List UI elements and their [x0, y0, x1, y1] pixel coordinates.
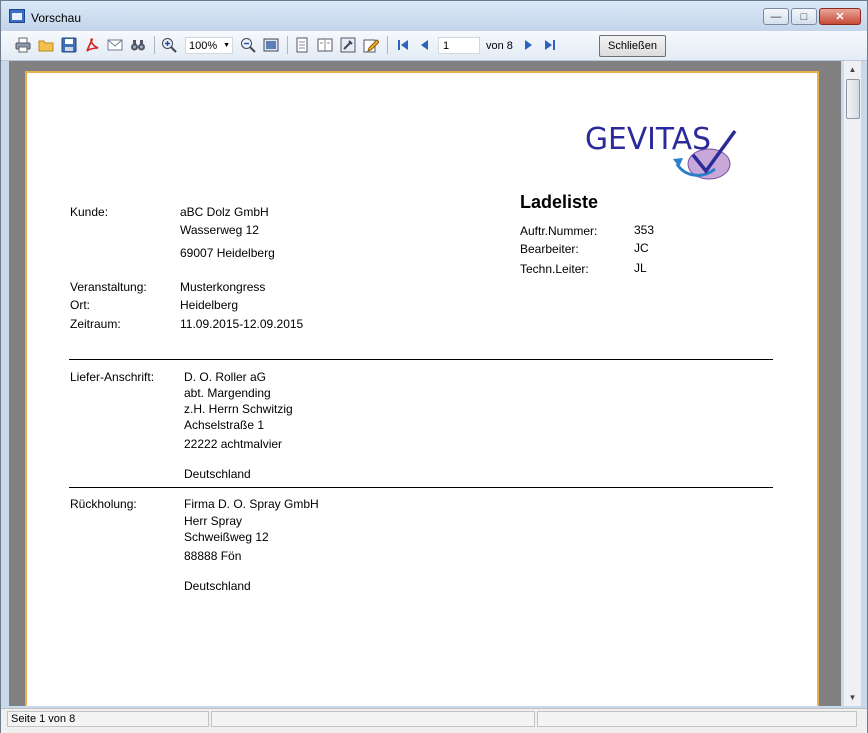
preview-window: Vorschau — □ ✕ 100% ▼ 1 von 8 Schließen … — [0, 0, 868, 733]
divider — [69, 359, 773, 360]
location-value: Heidelberg — [180, 298, 239, 312]
pickup-label: Rückholung: — [70, 497, 137, 511]
folder-icon — [38, 40, 54, 52]
location-label: Ort: — [70, 298, 90, 312]
delivery-country: Deutschland — [184, 467, 251, 481]
pickup-line: 88888 Fön — [184, 549, 242, 563]
wrench-icon — [340, 37, 356, 53]
two-pages-icon — [317, 38, 333, 52]
customer-city: 69007 Heidelberg — [180, 246, 275, 260]
single-page-button[interactable] — [294, 37, 310, 53]
delivery-line: Achselstraße 1 — [184, 418, 265, 432]
status-panel — [211, 711, 535, 727]
scrollbar-thumb[interactable] — [846, 79, 860, 119]
status-bar: Seite 1 von 8 — [1, 708, 867, 733]
pickup-line: Schweißweg 12 — [184, 530, 269, 544]
export-pdf-button[interactable] — [84, 37, 100, 53]
delivery-line: 22222 achtmalvier — [184, 437, 283, 451]
tech-lead-value: JL — [634, 261, 647, 275]
delivery-line: z.H. Herrn Schwitzig — [184, 402, 293, 416]
previous-page-button[interactable] — [417, 37, 433, 53]
maximize-button[interactable]: □ — [791, 8, 817, 25]
zoom-out-button[interactable] — [240, 37, 256, 53]
pdf-icon — [86, 38, 99, 52]
first-page-icon — [398, 40, 408, 50]
page-number-input[interactable]: 1 — [438, 37, 480, 54]
scroll-up-icon[interactable]: ▲ — [844, 61, 861, 78]
close-icon: ✕ — [835, 11, 845, 23]
save-button[interactable] — [61, 37, 77, 53]
period-label: Zeitraum: — [70, 317, 121, 331]
pickup-line: Firma D. O. Spray GmbH — [184, 497, 319, 511]
event-value: Musterkongress — [180, 280, 266, 294]
full-page-button[interactable] — [263, 37, 279, 53]
first-page-button[interactable] — [395, 37, 411, 53]
svg-text:GEVITAS: GEVITAS — [585, 122, 711, 157]
zoom-in-button[interactable] — [161, 37, 177, 53]
title-bar: Vorschau — □ ✕ — [1, 1, 867, 31]
floppy-disk-icon — [61, 37, 77, 53]
open-button[interactable] — [38, 37, 54, 53]
settings-button[interactable] — [340, 37, 356, 53]
fit-page-icon — [263, 38, 279, 52]
single-page-icon — [296, 37, 308, 53]
scroll-down-icon[interactable]: ▼ — [844, 689, 861, 706]
zoom-select[interactable]: 100% ▼ — [185, 37, 233, 54]
window-title: Vorschau — [31, 11, 82, 25]
zoom-out-icon — [241, 38, 256, 53]
vertical-scrollbar[interactable]: ▲ ▼ — [843, 61, 861, 706]
maximize-icon: □ — [800, 10, 808, 23]
status-panel — [537, 711, 857, 727]
delivery-address-label: Liefer-Anschrift: — [70, 370, 155, 384]
pickup-line: Herr Spray — [184, 514, 243, 528]
document-title: Ladeliste — [520, 192, 599, 212]
app-icon — [9, 9, 25, 23]
document-page: GEVITAS Ladeliste Auftr.Nummer: 353 Bear… — [25, 71, 819, 706]
status-page: Seite 1 von 8 — [7, 711, 209, 727]
toolbar: 100% ▼ 1 von 8 Schließen — [1, 31, 867, 61]
last-page-icon — [545, 40, 555, 50]
close-button[interactable]: Schließen — [599, 35, 666, 57]
printer-icon — [15, 37, 31, 53]
gevitas-logo: GEVITAS — [585, 122, 737, 180]
event-label: Veranstaltung: — [70, 280, 147, 294]
edit-button[interactable] — [363, 37, 379, 53]
chevron-down-icon: ▼ — [223, 42, 230, 49]
last-page-button[interactable] — [542, 37, 558, 53]
find-button[interactable] — [130, 37, 146, 53]
customer-name: aBC Dolz GmbH — [180, 205, 269, 219]
delivery-line: abt. Margending — [184, 386, 271, 400]
tech-lead-label: Techn.Leiter: — [520, 262, 589, 276]
editor-label: Bearbeiter: — [520, 242, 579, 256]
period-value: 11.09.2015-12.09.2015 — [180, 317, 304, 331]
binoculars-icon — [131, 40, 145, 51]
divider — [69, 487, 773, 488]
editor-value: JC — [634, 241, 649, 255]
order-number-label: Auftr.Nummer: — [520, 224, 598, 238]
order-number-value: 353 — [634, 223, 655, 237]
print-button[interactable] — [15, 37, 31, 53]
zoom-value: 100% — [189, 40, 218, 52]
multi-page-button[interactable] — [317, 37, 333, 53]
next-page-icon — [525, 40, 532, 50]
document-viewport[interactable]: GEVITAS Ladeliste Auftr.Nummer: 353 Bear… — [9, 61, 841, 706]
pencil-icon — [363, 39, 379, 53]
minimize-icon: — — [770, 10, 782, 23]
minimize-button[interactable]: — — [763, 8, 789, 25]
customer-street: Wasserweg 12 — [180, 223, 259, 237]
envelope-icon — [107, 39, 123, 51]
page-count-label: von 8 — [486, 40, 513, 52]
previous-page-icon — [421, 40, 428, 50]
pickup-country: Deutschland — [184, 579, 251, 593]
zoom-in-icon — [162, 38, 177, 53]
close-window-button[interactable]: ✕ — [819, 8, 861, 25]
customer-label: Kunde: — [70, 205, 109, 219]
email-button[interactable] — [107, 37, 123, 53]
next-page-button[interactable] — [520, 37, 536, 53]
delivery-line: D. O. Roller aG — [184, 370, 267, 384]
